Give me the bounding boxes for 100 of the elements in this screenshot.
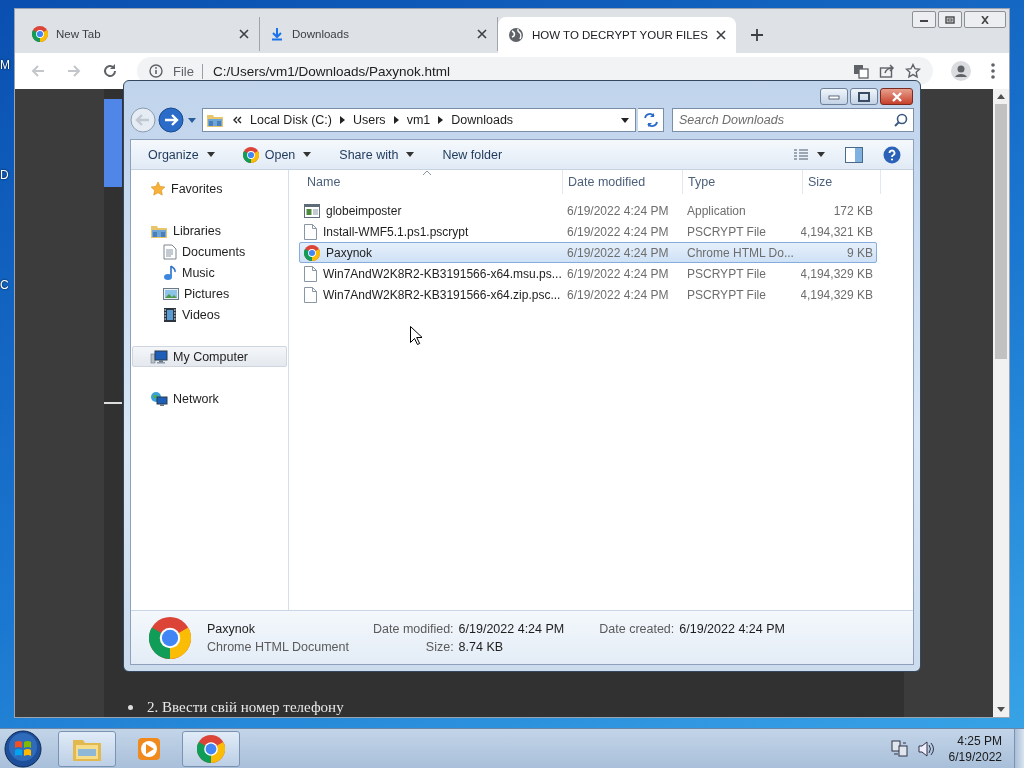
table-cell-text: PSCRYPT File: [686, 266, 767, 281]
column-header[interactable]: Date modified: [563, 170, 683, 194]
property-value: 6/19/2022 4:24 PM: [458, 621, 566, 636]
forward-button[interactable]: [158, 107, 184, 133]
document-icon: [163, 243, 177, 260]
nav-item[interactable]: My Computer: [132, 346, 287, 367]
restore-button[interactable]: [850, 88, 878, 105]
computer-icon: [150, 348, 168, 365]
caret-icon: [406, 152, 415, 157]
table-cell-text: 4,194,329 KB: [801, 266, 874, 281]
desktop-icon-label[interactable]: C: [0, 278, 10, 292]
refresh-button[interactable]: [638, 108, 664, 132]
caret-icon: [303, 152, 312, 157]
search-field[interactable]: Search Downloads: [672, 108, 914, 132]
table-cell-text: PSCRYPT File: [686, 224, 767, 239]
toolbar-button[interactable]: New folder: [435, 144, 510, 165]
chevron-icon[interactable]: [438, 116, 444, 124]
info-icon[interactable]: [149, 64, 163, 78]
restore-button[interactable]: [938, 11, 962, 28]
start-button[interactable]: [4, 729, 42, 768]
browser-tab[interactable]: HOW TO DECRYPT YOUR FILES: [498, 17, 736, 53]
folder-icon: [206, 112, 224, 128]
show-desktop-button[interactable]: [1014, 728, 1024, 768]
breadcrumb-item[interactable]: Downloads: [451, 113, 514, 127]
nav-item[interactable]: Network: [132, 388, 287, 409]
desktop-icon-label[interactable]: M: [0, 58, 10, 72]
taskbar-button[interactable]: [58, 730, 116, 767]
scroll-up-icon[interactable]: [997, 94, 1005, 99]
menu-button[interactable]: Organize: [141, 144, 222, 165]
chrome-icon: [197, 734, 225, 763]
menu-button[interactable]: Share with: [332, 144, 422, 165]
table-cell-text: Application: [686, 203, 747, 218]
desktop-icon-label[interactable]: D: [0, 168, 10, 182]
table-cell-text: 6/19/2022 4:24 PM: [566, 203, 670, 218]
restore-icon: [858, 91, 870, 102]
close-icon[interactable]: [477, 29, 487, 39]
close-icon[interactable]: [716, 30, 726, 40]
scrollbar[interactable]: [993, 89, 1009, 717]
address-field[interactable]: Local Disk (C:) Users vm1 Downloads: [202, 108, 636, 132]
dropdown-caret-icon[interactable]: [817, 152, 825, 157]
nav-item[interactable]: Music: [132, 262, 287, 283]
download-icon: [270, 27, 284, 41]
breadcrumb-item[interactable]: Users: [352, 113, 386, 127]
table-cell-text: 4,194,321 KB: [801, 224, 874, 239]
close-button[interactable]: [964, 11, 1006, 28]
chevron-icon[interactable]: [393, 116, 399, 124]
breadcrumb-item[interactable]: vm1: [406, 113, 431, 127]
nav-item[interactable]: Pictures: [132, 283, 287, 304]
table-cell-text: 6/19/2022 4:24 PM: [566, 266, 670, 281]
search-icon[interactable]: [894, 113, 908, 127]
file-icon: [304, 223, 317, 240]
plus-icon[interactable]: [750, 28, 764, 42]
file-row[interactable]: globeimposter 6/19/2022 4:24 PM Application 172 KB: [299, 200, 877, 221]
column-header[interactable]: Size: [803, 170, 881, 194]
network-icon[interactable]: [890, 739, 909, 758]
property-value: 6/19/2022 4:24 PM: [679, 621, 786, 636]
column-header[interactable]: Name: [302, 170, 563, 194]
list-item-text: 2. Ввести свій номер телефону: [147, 699, 344, 715]
file-row[interactable]: Install-WMF5.1.ps1.pscrypt 6/19/2022 4:24 PM PSCRYPT File 4,194,321 KB: [299, 221, 877, 242]
music-note-icon: [163, 264, 177, 281]
column-header[interactable]: Type: [683, 170, 803, 194]
profile-icon[interactable]: [951, 61, 971, 81]
taskbar-button[interactable]: [182, 730, 240, 767]
close-icon: [980, 15, 990, 24]
clock[interactable]: 4:25 PM 6/19/2022: [948, 733, 1002, 764]
nav-item[interactable]: Documents: [132, 241, 287, 262]
film-icon: [163, 306, 177, 323]
menu-icon[interactable]: [991, 63, 995, 79]
share-icon[interactable]: [879, 63, 895, 79]
table-cell-text: 6/19/2022 4:24 PM: [566, 245, 670, 260]
nav-item[interactable]: Videos: [132, 304, 287, 325]
file-row[interactable]: Win7AndW2K8R2-KB3191566-x64.msu.ps... 6/19/2022 4:24 PM PSCRYPT File 4,194,329 KB: [299, 263, 877, 284]
sort-icon[interactable]: [423, 171, 431, 175]
file-row[interactable]: Win7AndW2K8R2-KB3191566-x64.zip.psc... 6/19/2022 4:24 PM PSCRYPT File 4,194,329 KB: [299, 284, 877, 305]
property-label: Date modified:: [373, 621, 454, 636]
file-row[interactable]: Paxynok 6/19/2022 4:24 PM Chrome HTML Do... 9 KB: [299, 242, 877, 263]
browser-tab[interactable]: New Tab: [22, 17, 260, 51]
star-icon: [150, 180, 166, 197]
menu-button[interactable]: Open: [235, 143, 319, 166]
close-icon[interactable]: [239, 29, 249, 39]
translate-icon[interactable]: [853, 63, 869, 79]
file-name: Paxynok: [326, 245, 373, 260]
nav-item[interactable]: Libraries: [132, 220, 287, 241]
chevron-icon[interactable]: [232, 116, 242, 124]
scheme-label: File: [173, 63, 203, 79]
volume-icon[interactable]: [916, 739, 935, 758]
picture-icon: [163, 286, 179, 301]
nav-item[interactable]: Favorites: [132, 178, 287, 199]
help-icon[interactable]: [883, 145, 901, 164]
scroll-down-icon[interactable]: [997, 707, 1005, 712]
chevron-icon[interactable]: [339, 116, 345, 124]
file-name: globeimposter: [326, 203, 402, 218]
close-button[interactable]: [880, 88, 913, 105]
minimize-button[interactable]: [912, 11, 936, 28]
breadcrumb-item[interactable]: Local Disk (C:): [250, 113, 332, 127]
star-icon[interactable]: [905, 63, 921, 79]
minimize-button[interactable]: [820, 88, 848, 105]
dropdown-caret-icon[interactable]: [621, 117, 629, 123]
file-name: Install-WMF5.1.ps1.pscrypt: [323, 224, 469, 239]
preview-pane-icon[interactable]: [845, 146, 863, 163]
